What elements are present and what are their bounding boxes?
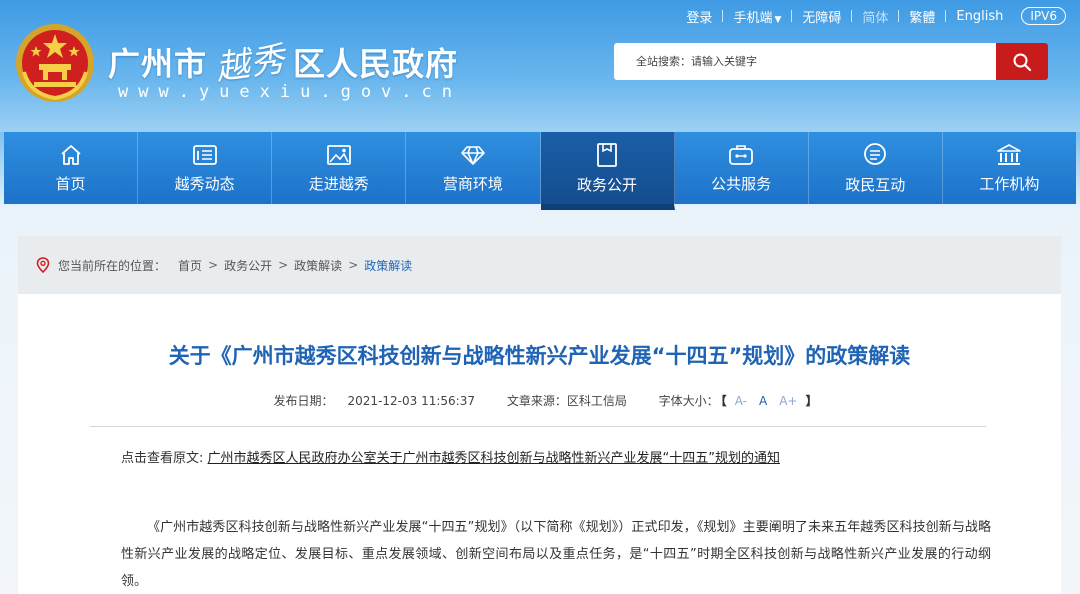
breadcrumb-separator: > xyxy=(208,258,219,272)
article-paragraph: 《广州市越秀区科技创新与战略性新兴产业发展“十四五”规划》（以下简称《规划》）正… xyxy=(121,520,991,589)
mobile-link-label: 手机端 xyxy=(733,10,773,26)
national-emblem-icon xyxy=(16,24,94,102)
home-icon xyxy=(60,144,81,165)
news-icon xyxy=(192,144,217,165)
nav-item-business[interactable]: 营商环境 xyxy=(406,132,541,204)
divider xyxy=(90,426,986,427)
bracket-close: 】 xyxy=(805,394,818,408)
nav-item-government-affairs[interactable]: 政务公开 xyxy=(540,132,675,210)
article-container: 您当前所在的位置： 首页 > 政务公开 > 政策解读 > 政策解读 关于《广州市… xyxy=(18,236,1061,594)
original-document-link[interactable]: 广州市越秀区人民政府办公室关于广州市越秀区科技创新与战略性新兴产业发展“十四五”… xyxy=(208,451,780,466)
nav-item-label: 公共服务 xyxy=(711,174,772,193)
nav-item-label: 越秀动态 xyxy=(174,174,235,193)
chevron-down-icon: ▼ xyxy=(774,14,782,25)
english-link[interactable]: English xyxy=(946,9,1013,24)
article-source-value: 区科工信局 xyxy=(566,394,627,408)
nav-item-news[interactable]: 越秀动态 xyxy=(138,132,273,204)
search-button[interactable] xyxy=(996,43,1048,80)
nav-item-label: 政民互动 xyxy=(845,175,906,194)
breadcrumb-separator: > xyxy=(278,258,289,272)
article-source: 文章来源：区科工信局 xyxy=(507,394,627,408)
article-title: 关于《广州市越秀区科技创新与战略性新兴产业发展“十四五”规划》的政策解读 xyxy=(168,344,911,368)
font-size-decrease-button[interactable]: A- xyxy=(735,394,747,408)
site-search xyxy=(614,43,1048,80)
breadcrumb-policy-interpretation[interactable]: 政策解读 xyxy=(294,257,342,274)
accessible-link[interactable]: 无障碍 xyxy=(792,7,851,26)
breadcrumb-home[interactable]: 首页 xyxy=(178,257,202,274)
font-size-label: 字体大小： xyxy=(658,394,719,408)
font-size-increase-button[interactable]: A+ xyxy=(779,394,797,408)
publish-date-label: 发布日期： xyxy=(273,394,334,408)
site-name-suffix: 区人民政府 xyxy=(293,45,459,83)
site-name-prefix: 广州市 xyxy=(108,45,208,83)
site-url: www.yuexiu.gov.cn xyxy=(118,82,462,102)
nav-item-public-service[interactable]: 公共服务 xyxy=(675,132,809,204)
main-nav: 首页 越秀动态 走进越秀 营商环境 政务公开 公共服务 政民互动 工作机构 xyxy=(4,132,1076,210)
picture-icon xyxy=(326,144,351,165)
font-size-control: 字体大小：【 A- A A+ 】 xyxy=(659,394,820,408)
nav-item-interaction[interactable]: 政民互动 xyxy=(809,132,943,204)
article-meta: 发布日期： 2021-12-03 11:56:37 文章来源：区科工信局 字体大小… xyxy=(18,392,1061,409)
search-input[interactable] xyxy=(614,43,996,80)
folder-icon xyxy=(597,142,617,167)
diamond-icon xyxy=(461,145,485,165)
location-pin-icon xyxy=(36,257,50,273)
publish-date: 发布日期： 2021-12-03 11:56:37 xyxy=(260,394,475,408)
mobile-link[interactable]: 手机端 ▼ xyxy=(723,7,791,26)
breadcrumb-government-affairs[interactable]: 政务公开 xyxy=(224,257,272,274)
bracket-open: 【 xyxy=(720,394,727,408)
breadcrumb-current[interactable]: 政策解读 xyxy=(364,257,412,274)
nav-item-about[interactable]: 走进越秀 xyxy=(272,132,407,204)
building-icon xyxy=(997,143,1022,165)
nav-item-label: 工作机构 xyxy=(979,174,1040,193)
site-name[interactable]: 广州市 越秀 区人民政府 xyxy=(108,36,459,88)
original-document: 点击查看原文: 广州市越秀区人民政府办公室关于广州市越秀区科技创新与战略性新兴产… xyxy=(121,447,780,466)
article-source-label: 文章来源： xyxy=(506,394,567,408)
breadcrumb-label: 您当前所在的位置： xyxy=(58,258,167,273)
breadcrumb-separator: > xyxy=(348,258,359,272)
original-document-label: 点击查看原文: xyxy=(121,451,204,466)
top-utility-bar: 登录 手机端 ▼ 无障碍 简体 繁體 English IPV6 xyxy=(676,6,1066,26)
site-header: 登录 手机端 ▼ 无障碍 简体 繁體 English IPV6 广州市 越秀 区人民政… xyxy=(0,0,1080,132)
traditional-chinese-link[interactable]: 繁體 xyxy=(899,7,945,26)
simplified-chinese-link[interactable]: 简体 xyxy=(852,7,898,26)
site-name-calligraphy: 越秀 xyxy=(213,39,288,89)
font-size-normal-button[interactable]: A xyxy=(759,394,767,408)
publish-date-value: 2021-12-03 11:56:37 xyxy=(347,394,475,408)
ipv6-badge: IPV6 xyxy=(1021,7,1066,25)
briefcase-icon xyxy=(729,144,754,165)
nav-item-institutions[interactable]: 工作机构 xyxy=(943,132,1076,204)
nav-item-label: 首页 xyxy=(55,174,86,193)
nav-item-label: 政务公开 xyxy=(577,175,638,194)
nav-item-label: 营商环境 xyxy=(442,174,503,193)
nav-item-home[interactable]: 首页 xyxy=(4,132,139,204)
login-link[interactable]: 登录 xyxy=(676,7,722,26)
chat-icon xyxy=(864,142,887,165)
nav-item-label: 走进越秀 xyxy=(308,174,369,193)
breadcrumb: 您当前所在的位置： 首页 > 政务公开 > 政策解读 > 政策解读 xyxy=(18,236,1061,294)
search-icon xyxy=(1013,53,1032,71)
